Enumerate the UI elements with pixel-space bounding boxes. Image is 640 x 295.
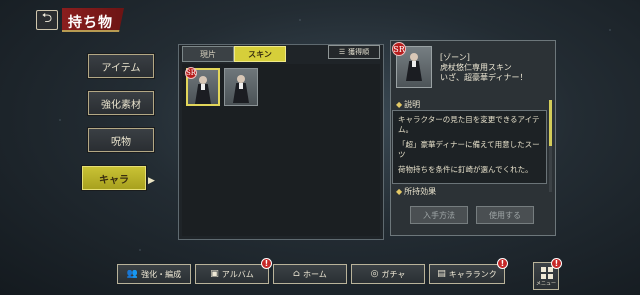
scrollbar-thumb[interactable] [549, 100, 552, 146]
sidebar-item-chara[interactable]: キャラ [82, 166, 146, 190]
sort-button[interactable]: ☰ 獲得順 [328, 45, 380, 59]
use-button[interactable]: 使用する [476, 206, 534, 224]
sidebar-item-items[interactable]: アイテム [88, 54, 154, 78]
inventory-tabs: 現片 スキン [182, 46, 286, 62]
back-arrow-icon: ⮌ [41, 11, 53, 26]
notification-badge: ! [261, 258, 272, 269]
detail-rarity-badge: SR [392, 42, 406, 56]
description-line: キャラクターの見た目を変更できるアイテム。 [398, 115, 540, 134]
album-icon: ▣ [210, 269, 219, 279]
notification-badge: ! [551, 258, 562, 269]
tab-fragments[interactable]: 現片 [182, 46, 234, 62]
diamond-icon: ◆ [396, 187, 403, 196]
back-button[interactable]: ⮌ [36, 10, 58, 30]
inventory-item[interactable]: SR [185, 67, 220, 106]
nav-chara-rank[interactable]: ▤ キャラランク! [429, 258, 508, 284]
suit-icon [405, 53, 423, 81]
active-tab-arrow-icon: ▶ [148, 176, 155, 186]
tab-skins[interactable]: スキン [234, 46, 286, 62]
nav-album[interactable]: ▣ アルバム! [195, 258, 272, 284]
nav-team-label: 強化・編成 [141, 269, 182, 279]
nav-home[interactable]: ⌂ ホーム [273, 264, 347, 284]
page-title: 持ち物 [68, 15, 113, 31]
rarity-badge: SR [185, 67, 197, 79]
nav-home-label: ホーム [303, 269, 327, 279]
sidebar-item-materials[interactable]: 強化素材 [88, 91, 154, 115]
menu-button[interactable]: メニュー ! [533, 258, 562, 290]
nav-gacha-label: ガチャ [381, 269, 406, 279]
sidebar-item-cursed-objects[interactable]: 呪物 [88, 128, 154, 152]
menu-grid-icon [541, 267, 553, 279]
detail-catchphrase: いざ、超豪華ディナー！ [440, 73, 528, 82]
diamond-icon: ◆ [396, 100, 403, 109]
gacha-icon: ◎ [370, 269, 379, 279]
description-header: ◆ 説明 [396, 99, 420, 110]
menu-label: メニュー [535, 281, 556, 287]
suit-icon [232, 75, 250, 103]
inventory-item[interactable] [224, 68, 258, 106]
description-line: 「超」豪華ディナーに備えて用意したスーツ [398, 140, 540, 159]
nav-team[interactable]: 👥 強化・編成 [117, 264, 191, 284]
obtain-method-button[interactable]: 入手方法 [410, 206, 468, 224]
team-icon: 👥 [126, 269, 139, 279]
effect-header-label: 所持効果 [404, 187, 437, 196]
notification-badge: ! [497, 258, 508, 269]
suit-icon [194, 76, 212, 104]
bottom-nav: 👥 強化・編成 ▣ アルバム! ⌂ ホーム ◎ ガチャ ▤ キャラランク! [117, 258, 508, 284]
nav-album-label: アルバム [221, 269, 254, 279]
description-box[interactable]: キャラクターの見た目を変更できるアイテム。 「超」豪華ディナーに備えて用意したス… [392, 110, 547, 184]
description-line: 荷物持ちを条件に釘崎が選んでくれた。 [398, 165, 533, 174]
description-header-label: 説明 [404, 100, 421, 109]
effect-header: ◆ 所持効果 [396, 186, 436, 197]
nav-chara-rank-label: キャラランク [448, 269, 497, 279]
sort-label: 獲得順 [348, 48, 370, 56]
nav-gacha[interactable]: ◎ ガチャ [351, 264, 425, 284]
rank-icon: ▤ [437, 269, 446, 279]
home-icon: ⌂ [293, 269, 301, 279]
sort-icon: ☰ [338, 48, 346, 56]
